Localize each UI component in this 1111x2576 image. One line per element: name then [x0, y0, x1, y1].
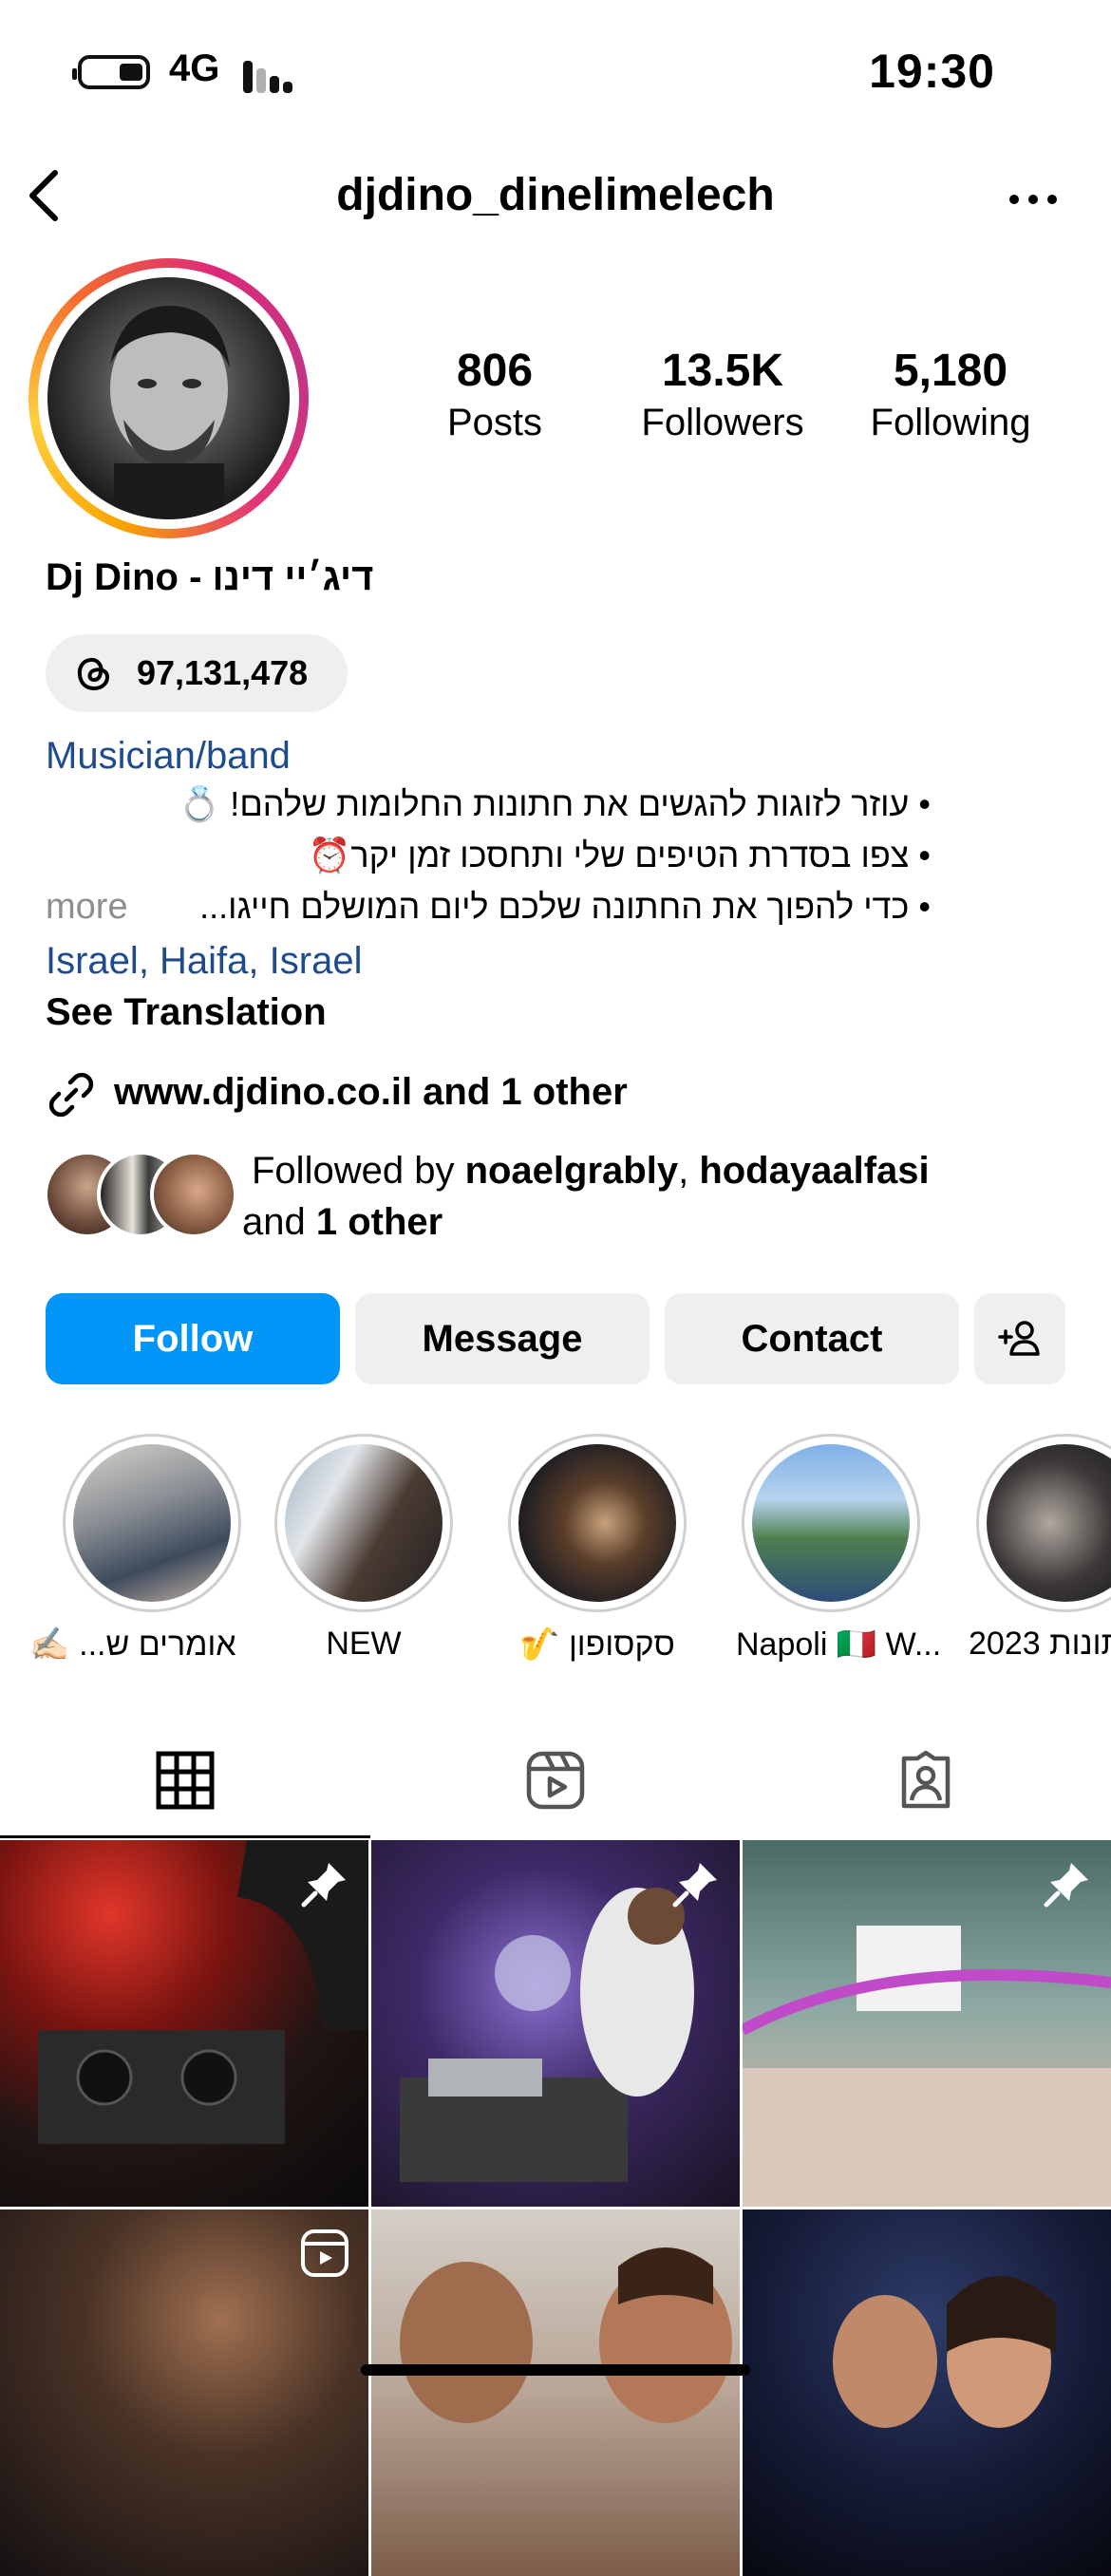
tagged-icon: [901, 1750, 951, 1809]
profile-category: Musician/band: [46, 735, 291, 777]
ellipsis-icon[interactable]: [1007, 188, 1060, 211]
tab-tagged[interactable]: [741, 1728, 1111, 1833]
stat-following[interactable]: 5,180 Following: [841, 344, 1060, 446]
story-highlight[interactable]: Napoli 🇮🇹 W...: [736, 1434, 942, 1664]
stat-following-value: 5,180: [893, 346, 1008, 396]
followed-by-prefix: Followed by: [252, 1150, 465, 1192]
grid-icon: [156, 1751, 215, 1810]
signal-icon: [243, 59, 304, 93]
grid-post[interactable]: [743, 1840, 1111, 2207]
stat-posts[interactable]: 806 Posts: [386, 344, 604, 446]
threads-icon: [77, 657, 110, 691]
reels-icon: [301, 2229, 348, 2277]
story-highlight-label: 🎷 סקסופון: [519, 1626, 675, 1663]
bio-line: • כדי להפוך את החתונה שלכם ליום המושלם ח…: [199, 887, 931, 926]
grid-post[interactable]: [0, 2209, 368, 2576]
story-highlight[interactable]: 🎷 סקסופון: [502, 1434, 692, 1664]
link-icon: [48, 1072, 94, 1118]
stat-followers-label: Followers: [641, 402, 804, 443]
active-tab-indicator: [0, 1835, 370, 1838]
story-highlight-label: ✍🏻 ...אומרים ש: [29, 1626, 236, 1663]
stat-followers-value: 13.5K: [661, 346, 784, 396]
bio-line: • צפו בסדרת הטיפים שלי ותחסכו זמן יקר⏰: [308, 836, 931, 874]
story-highlight[interactable]: 2023 חתונות: [969, 1434, 1111, 1663]
story-highlight[interactable]: ✍🏻 ...אומרים ש: [29, 1434, 247, 1664]
mutual-user-1: noaelgrably: [464, 1150, 679, 1192]
message-button[interactable]: Message: [355, 1293, 650, 1384]
battery-icon: [72, 55, 150, 89]
avatar-photo: [47, 277, 290, 519]
network-type: 4G: [169, 47, 220, 89]
profile-username: djdino_dinelimelech: [336, 170, 775, 220]
see-translation-link[interactable]: See Translation: [46, 991, 327, 1034]
status-bar: 4G 19:30: [0, 0, 1111, 142]
follow-button[interactable]: Follow: [46, 1293, 340, 1384]
grid-post[interactable]: [743, 2209, 1111, 2576]
contact-button[interactable]: Contact: [665, 1293, 959, 1384]
tab-posts[interactable]: [0, 1728, 370, 1838]
home-indicator: [361, 2364, 750, 2376]
pin-icon: [672, 1863, 717, 1908]
stat-posts-label: Posts: [446, 402, 543, 443]
add-person-button[interactable]: [974, 1293, 1065, 1384]
threads-count: 97,131,478: [137, 653, 309, 692]
followed-by-and: and: [242, 1201, 316, 1243]
stat-posts-value: 806: [456, 346, 534, 396]
grid-post[interactable]: [0, 1840, 368, 2207]
bio-line: • עוזר לזוגות להגשים את חתונות החלומות ש…: [178, 784, 931, 823]
threads-badge[interactable]: 97,131,478: [46, 634, 348, 712]
reels-icon: [526, 1751, 585, 1810]
status-time: 19:30: [869, 45, 995, 98]
profile-location[interactable]: Israel, Haifa, Israel: [46, 940, 362, 983]
bio-more-link[interactable]: more: [46, 887, 128, 928]
profile-link[interactable]: www.djdino.co.il and 1 other: [114, 1071, 628, 1114]
story-highlight-label: 2023 חתונות: [969, 1626, 1111, 1662]
stat-followers[interactable]: 13.5K Followers: [613, 344, 832, 446]
mutual-followers-avatars[interactable]: [44, 1151, 237, 1238]
stat-following-label: Following: [870, 402, 1031, 443]
mutual-user-2: hodayaalfasi: [699, 1150, 930, 1192]
story-highlight[interactable]: NEW: [269, 1434, 459, 1663]
story-highlight-label: Napoli 🇮🇹 W...: [736, 1626, 942, 1663]
followed-by-text[interactable]: Followed by noaelgrably, hodayaalfasi an…: [242, 1145, 1078, 1248]
profile-tabs: [0, 1728, 1111, 1838]
grid-post[interactable]: [371, 2209, 740, 2576]
avatar: [150, 1151, 237, 1238]
story-highlight-label: NEW: [326, 1626, 402, 1662]
pin-icon: [1044, 1863, 1088, 1908]
add-person-icon: [998, 1321, 1040, 1356]
pin-icon: [301, 1863, 346, 1908]
followed-by-separator: ,: [678, 1150, 700, 1192]
mutual-others: 1 other: [315, 1201, 443, 1243]
display-name: Dj Dino - דיג׳יי דינו: [46, 556, 374, 598]
tab-reels[interactable]: [370, 1728, 741, 1833]
avatar[interactable]: [28, 258, 309, 538]
grid-post[interactable]: [371, 1840, 740, 2207]
